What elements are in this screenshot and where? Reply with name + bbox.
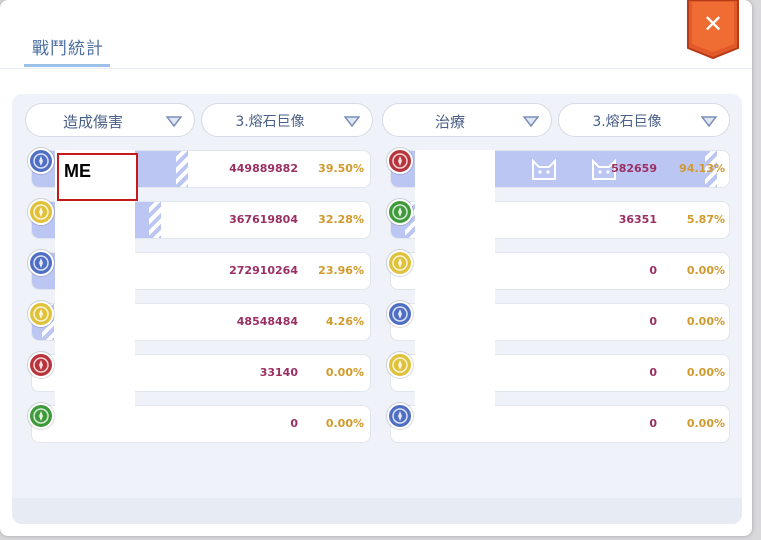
stat-percent: 32.28% xyxy=(318,213,364,226)
cat-watermark-icon xyxy=(531,157,557,185)
stat-value: 0 xyxy=(649,417,657,430)
stat-value: 449889882 xyxy=(229,162,298,175)
dropdown-label: 3.熔石巨像 xyxy=(235,114,305,130)
stat-percent: 0.00% xyxy=(686,417,725,430)
stat-value: 0 xyxy=(290,417,298,430)
chevron-down-icon xyxy=(700,114,718,132)
stat-value: 0 xyxy=(649,315,657,328)
healing-target-dropdown[interactable]: 3.熔石巨像 xyxy=(558,103,730,137)
stat-percent: 0.00% xyxy=(325,366,364,379)
stat-percent: 23.96% xyxy=(318,264,364,277)
class-emblem-icon xyxy=(387,403,413,429)
me-label: ME xyxy=(64,161,91,181)
header-divider xyxy=(0,68,752,69)
title-underline xyxy=(24,64,110,67)
class-emblem-icon xyxy=(387,199,413,225)
stat-value: 272910264 xyxy=(229,264,298,277)
close-button[interactable]: ✕ xyxy=(686,0,740,60)
class-emblem-icon xyxy=(28,250,54,276)
damage-metric-dropdown[interactable]: 造成傷害 xyxy=(25,103,195,137)
class-emblem-icon xyxy=(387,250,413,276)
stat-value: 36351 xyxy=(618,213,657,226)
stat-value: 582659 xyxy=(611,162,657,175)
dropdown-label: 治療 xyxy=(434,113,465,131)
class-emblem-icon xyxy=(28,352,54,378)
stat-value: 367619804 xyxy=(229,213,298,226)
damage-target-dropdown[interactable]: 3.熔石巨像 xyxy=(201,103,373,137)
stat-percent: 94.13% xyxy=(679,162,725,175)
window-title: 戰鬥統計 xyxy=(32,39,104,59)
panel-footer xyxy=(12,498,742,524)
stat-percent: 4.26% xyxy=(325,315,364,328)
class-emblem-icon xyxy=(28,148,54,174)
healing-metric-dropdown[interactable]: 治療 xyxy=(382,103,552,137)
class-emblem-icon xyxy=(28,199,54,225)
stat-value: 48548484 xyxy=(236,315,298,328)
stat-value: 0 xyxy=(649,366,657,379)
class-emblem-icon xyxy=(387,148,413,174)
dropdown-label: 造成傷害 xyxy=(62,113,123,131)
stat-percent: 0.00% xyxy=(686,315,725,328)
chevron-down-icon xyxy=(165,114,183,132)
class-emblem-icon xyxy=(387,352,413,378)
battle-stats-dialog: 戰鬥統計 造成傷害 3.熔石巨像 治療 3.熔石巨像 449889882 39.5… xyxy=(0,0,752,536)
stat-percent: 0.00% xyxy=(686,264,725,277)
stat-percent: 39.50% xyxy=(318,162,364,175)
stat-percent: 5.87% xyxy=(686,213,725,226)
close-label: ✕ xyxy=(702,10,724,38)
class-emblem-icon xyxy=(28,403,54,429)
dropdown-label: 3.熔石巨像 xyxy=(592,114,662,130)
class-emblem-icon xyxy=(28,301,54,327)
chevron-down-icon xyxy=(343,114,361,132)
me-annotation: ME xyxy=(57,153,138,201)
stat-value: 0 xyxy=(649,264,657,277)
redaction-mask-right xyxy=(415,150,495,440)
chevron-down-icon xyxy=(522,114,540,132)
stat-percent: 0.00% xyxy=(325,417,364,430)
class-emblem-icon xyxy=(387,301,413,327)
stat-value: 33140 xyxy=(259,366,298,379)
stat-percent: 0.00% xyxy=(686,366,725,379)
